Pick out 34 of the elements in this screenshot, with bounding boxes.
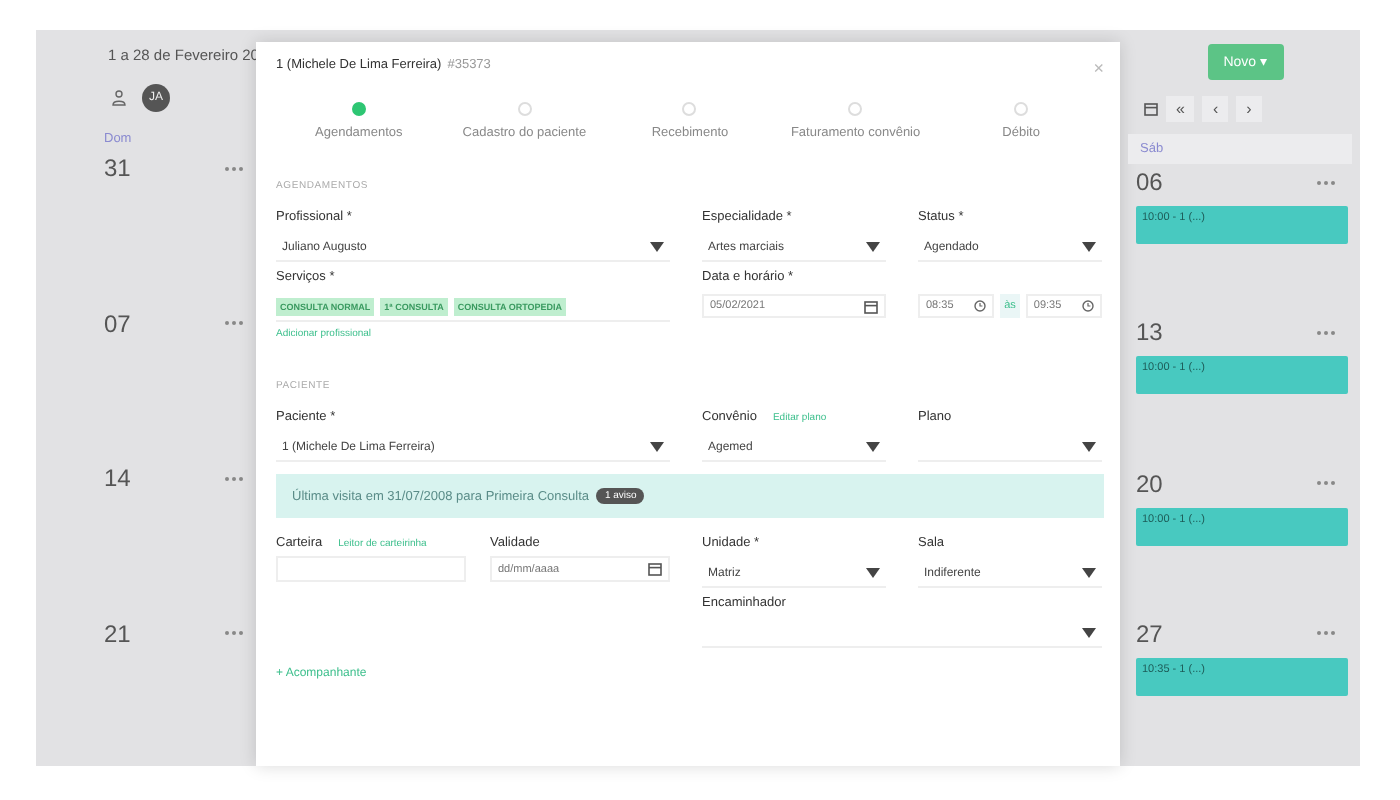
more-icon[interactable]: [224, 630, 244, 636]
calendar-icon[interactable]: [648, 562, 662, 576]
caret-icon: [866, 242, 880, 252]
caret-icon: [866, 442, 880, 452]
caret-icon: [866, 568, 880, 578]
more-icon[interactable]: [1316, 630, 1336, 637]
more-icon[interactable]: [1316, 179, 1336, 185]
more-icon[interactable]: [224, 320, 244, 326]
day-number: 20: [1136, 469, 1163, 497]
day-number: 27: [1136, 619, 1163, 648]
day-number: 06: [1136, 168, 1163, 196]
calendar-icon[interactable]: [864, 299, 878, 313]
more-icon[interactable]: [224, 165, 244, 171]
clock-icon: [1082, 300, 1094, 312]
day-number: 13: [1136, 318, 1163, 347]
caret-icon: [1082, 568, 1096, 578]
clock-icon: [974, 300, 987, 312]
person-icon[interactable]: [112, 90, 126, 106]
nav-button[interactable]: ›: [1236, 96, 1262, 122]
caret-icon: [650, 442, 664, 452]
more-icon[interactable]: [224, 475, 244, 481]
nav-button[interactable]: ‹: [1202, 96, 1229, 122]
more-icon[interactable]: [1316, 329, 1336, 336]
day-number: 14: [104, 464, 131, 492]
caret-icon: [650, 242, 664, 252]
caret-icon: [1082, 442, 1096, 452]
nav-button[interactable]: «: [1166, 96, 1195, 122]
caret-icon: [1082, 242, 1096, 252]
calendar-icon[interactable]: [1144, 102, 1158, 116]
more-icon[interactable]: [1316, 480, 1336, 486]
day-number: 07: [104, 309, 131, 337]
day-number: 31: [104, 154, 131, 182]
day-number: 21: [104, 619, 131, 647]
caret-icon: [1082, 628, 1096, 638]
